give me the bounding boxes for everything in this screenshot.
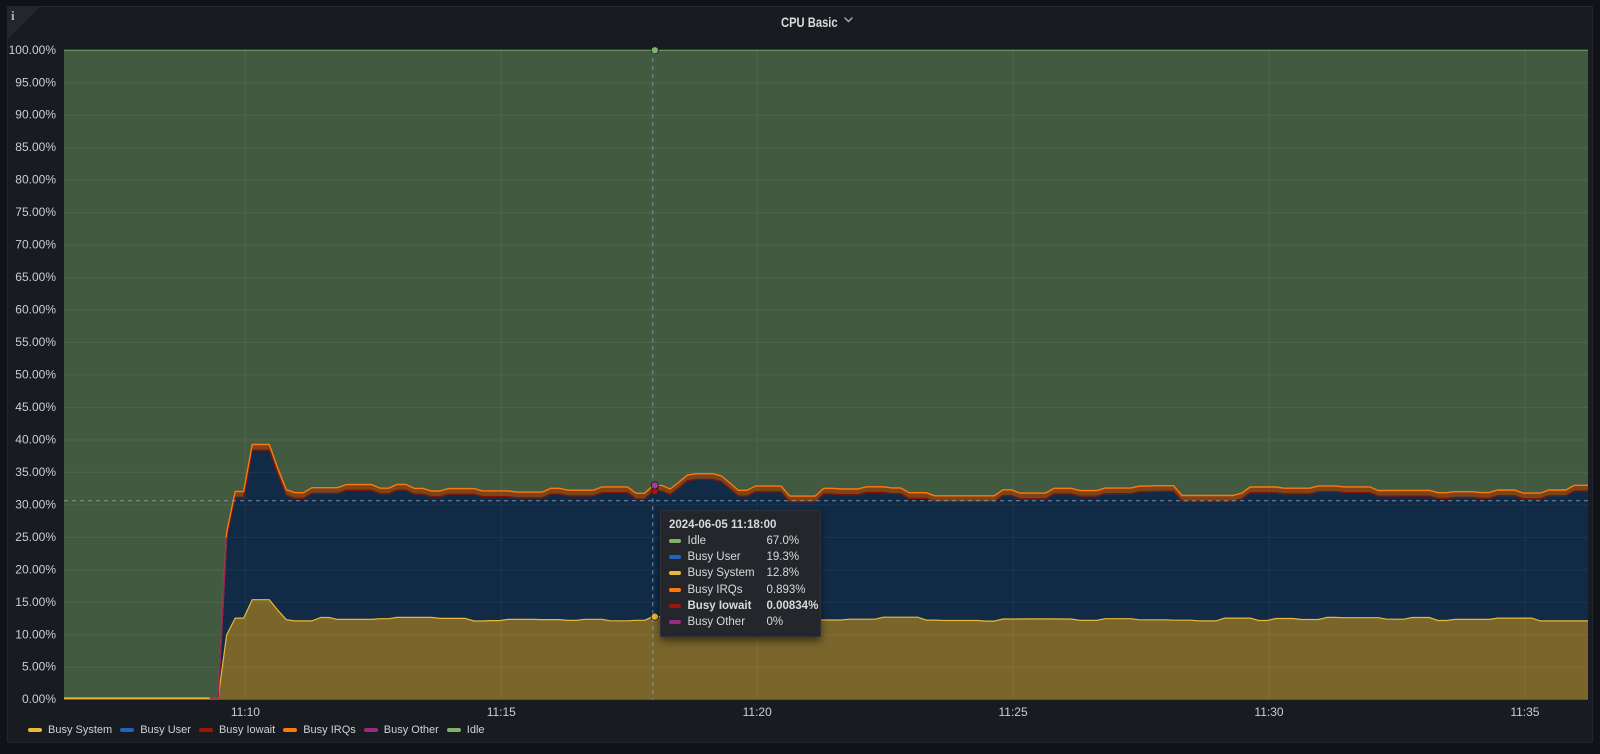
svg-text:50.00%: 50.00% [15,368,56,382]
svg-text:11:20: 11:20 [743,705,772,719]
svg-text:25.00%: 25.00% [15,530,56,544]
svg-text:100.00%: 100.00% [9,43,57,57]
svg-text:45.00%: 45.00% [15,400,56,414]
svg-text:15.00%: 15.00% [15,595,56,609]
svg-text:35.00%: 35.00% [15,465,56,479]
svg-text:30.00%: 30.00% [15,497,56,511]
svg-text:90.00%: 90.00% [15,108,56,122]
svg-text:60.00%: 60.00% [15,303,56,317]
svg-text:10.00%: 10.00% [15,627,56,641]
svg-text:95.00%: 95.00% [15,75,56,89]
svg-text:40.00%: 40.00% [15,432,56,446]
svg-text:55.00%: 55.00% [15,335,56,349]
svg-text:11:25: 11:25 [999,705,1028,719]
svg-text:80.00%: 80.00% [15,173,56,187]
svg-text:85.00%: 85.00% [15,140,56,154]
svg-text:11:15: 11:15 [487,705,516,719]
svg-text:75.00%: 75.00% [15,205,56,219]
svg-text:70.00%: 70.00% [15,238,56,252]
svg-text:65.00%: 65.00% [15,270,56,284]
svg-text:20.00%: 20.00% [15,562,56,576]
svg-text:11:10: 11:10 [231,705,260,719]
svg-text:5.00%: 5.00% [22,660,56,674]
svg-text:11:35: 11:35 [1510,705,1539,719]
svg-text:11:30: 11:30 [1254,705,1283,719]
svg-text:0.00%: 0.00% [22,692,56,706]
